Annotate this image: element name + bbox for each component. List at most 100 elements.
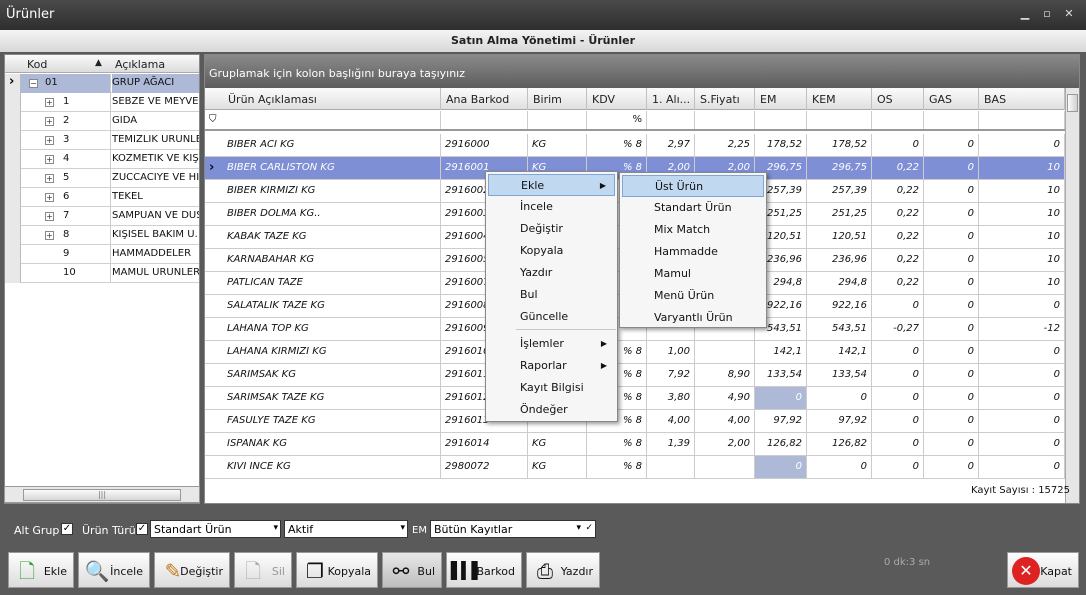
records-select[interactable]: Bütün Kayıtlar ▾ ✓: [430, 520, 596, 538]
find-button[interactable]: ⚯ Bul: [382, 552, 442, 588]
tree-row[interactable]: +1 SEBZE VE MEYVEL: [5, 93, 199, 112]
tree-row[interactable]: +6 TEKEL: [5, 188, 199, 207]
table-cell: -0,27: [872, 318, 924, 340]
context-menu-item[interactable]: Kayıt Bilgisi: [488, 377, 615, 399]
table-cell: 0: [924, 433, 979, 455]
column-header[interactable]: S.Fiyatı: [695, 88, 755, 110]
edit-button[interactable]: ✎ Değiştir: [154, 552, 230, 588]
table-row[interactable]: ISPANAK KG 2916014 KG% 8 1,39 2,00 126,82 126,…: [205, 433, 1065, 456]
submenu-item[interactable]: Üst Ürün: [622, 175, 764, 197]
tree-row[interactable]: +2 GIDA: [5, 112, 199, 131]
group-panel[interactable]: Gruplamak için kolon başlığını buraya ta…: [205, 55, 1079, 88]
grid-vscrollbar[interactable]: [1065, 88, 1079, 503]
column-header[interactable]: EM: [755, 88, 807, 110]
column-header[interactable]: Birim: [528, 88, 587, 110]
context-menu-item[interactable]: Raporlar ▶: [488, 355, 615, 377]
urun-turu-checkbox[interactable]: ✓: [136, 523, 148, 535]
filter-cell[interactable]: [441, 111, 528, 129]
add-button[interactable]: 🗋 Ekle: [8, 552, 74, 588]
column-header[interactable]: Ürün Açıklaması: [223, 88, 441, 110]
context-menu-item[interactable]: Değiştir: [488, 218, 615, 240]
filter-cell[interactable]: [528, 111, 587, 129]
filter-row[interactable]: ⛉%: [205, 111, 1065, 131]
expand-icon[interactable]: +: [45, 212, 54, 221]
table-row[interactable]: KIVI INCE KG 2980072 KG% 800000: [205, 456, 1065, 479]
table-row[interactable]: LAHANA KIRMIZI KG 2916010% 8 1,00 142,1 142,…: [205, 341, 1065, 364]
table-row[interactable]: SARIMSAK TAZE KG 2916012% 8 3,80 4,90 0 0 0 0 0: [205, 387, 1065, 410]
tree-node-code: 5: [63, 172, 70, 183]
filter-cell[interactable]: [647, 111, 695, 129]
context-menu-item[interactable]: Güncelle: [488, 306, 615, 328]
column-header[interactable]: Ana Barkod: [441, 88, 528, 110]
close-icon[interactable]: ✕: [1062, 8, 1076, 20]
filter-icon[interactable]: ⛉: [209, 114, 217, 125]
submenu-item[interactable]: Mix Match: [622, 219, 764, 241]
expand-icon[interactable]: +: [45, 174, 54, 183]
column-header[interactable]: KEM: [807, 88, 872, 110]
filter-cell[interactable]: [979, 111, 1065, 129]
minimize-icon[interactable]: ▁: [1018, 8, 1032, 20]
filter-cell[interactable]: [807, 111, 872, 129]
tree-hscrollbar[interactable]: |||: [4, 486, 200, 503]
expand-icon[interactable]: +: [45, 231, 54, 240]
tree-row[interactable]: 9 HAMMADDELER: [5, 245, 199, 264]
printer-icon: ⎙: [537, 559, 553, 583]
column-header[interactable]: 1. Alı...: [647, 88, 695, 110]
inspect-button[interactable]: 🔍 İncele: [78, 552, 150, 588]
barcode-button[interactable]: ▌▍▌ Barkod: [446, 552, 522, 588]
column-header[interactable]: OS: [872, 88, 924, 110]
tree-row[interactable]: +7 SAMPUAN VE DUS: [5, 207, 199, 226]
tree-header-aciklama[interactable]: Açıklama: [115, 58, 165, 71]
scroll-thumb[interactable]: [1067, 94, 1078, 112]
filter-cell[interactable]: [924, 111, 979, 129]
column-header[interactable]: GAS: [924, 88, 979, 110]
filter-cell[interactable]: [223, 111, 441, 129]
column-header[interactable]: BAS: [979, 88, 1065, 110]
expand-icon[interactable]: +: [45, 136, 54, 145]
context-menu-item[interactable]: Ekle ▶: [488, 174, 615, 196]
context-menu-item[interactable]: İşlemler ▶: [488, 333, 615, 355]
table-cell: % 8: [587, 456, 647, 478]
delete-button[interactable]: 🗋 Sil: [234, 552, 292, 588]
tree-row[interactable]: +8 KİŞİSEL BAKIM Ü.: [5, 226, 199, 245]
tree-row[interactable]: +5 ZÜCCACİYE VE Hİ: [5, 169, 199, 188]
collapse-icon[interactable]: −: [29, 79, 38, 88]
tree-row[interactable]: › −01 GRUP AĞACI: [5, 74, 199, 93]
expand-icon[interactable]: +: [45, 117, 54, 126]
table-row[interactable]: FASULYE TAZE KG 2916013% 8 4,00 4,00 97,92 97…: [205, 410, 1065, 433]
submenu-item[interactable]: Standart Ürün: [622, 197, 764, 219]
close-button[interactable]: ✕ Kapat: [1007, 552, 1079, 588]
chevron-down-icon: ▾: [576, 523, 581, 533]
context-menu-item[interactable]: Öndeğer: [488, 399, 615, 421]
tree-row[interactable]: 10 MAMÜL ÜRÜNLER: [5, 264, 199, 283]
copy-button[interactable]: ❐ Kopyala: [296, 552, 378, 588]
filter-cell[interactable]: [755, 111, 807, 129]
submenu-item[interactable]: Varyantlı Ürün: [622, 307, 764, 329]
maximize-icon[interactable]: ▫: [1040, 8, 1054, 20]
table-row[interactable]: SARIMSAK KG 2916011% 8 7,92 8,90 133,54 133,5…: [205, 364, 1065, 387]
status-select[interactable]: Aktif ▾: [284, 520, 408, 538]
filter-cell[interactable]: [872, 111, 924, 129]
tree-row[interactable]: +3 TEMİZLİK ÜRÜNLE: [5, 131, 199, 150]
tree-header-kod[interactable]: Kod: [27, 58, 47, 71]
print-button[interactable]: ⎙ Yazdır: [526, 552, 600, 588]
tree-row[interactable]: +4 KOZMETİK VE KİŞ: [5, 150, 199, 169]
context-menu-item[interactable]: Yazdır: [488, 262, 615, 284]
submenu-item[interactable]: Menü Ürün: [622, 285, 764, 307]
submenu-item[interactable]: Hammadde: [622, 241, 764, 263]
expand-icon[interactable]: +: [45, 98, 54, 107]
expand-icon[interactable]: +: [45, 155, 54, 164]
context-menu-item[interactable]: Bul: [488, 284, 615, 306]
context-menu-item[interactable]: İncele: [488, 196, 615, 218]
submenu-item[interactable]: Mamul: [622, 263, 764, 285]
alt-grup-checkbox[interactable]: ✓: [61, 523, 73, 535]
context-menu-item[interactable]: Kopyala: [488, 240, 615, 262]
column-header[interactable]: KDV: [587, 88, 647, 110]
expand-icon[interactable]: +: [45, 193, 54, 202]
table-row[interactable]: BIBER ACI KG 2916000 KG% 8 2,97 2,25 178,52 17…: [205, 134, 1065, 157]
filter-cell[interactable]: %: [587, 111, 647, 129]
grip-icon[interactable]: |||: [23, 489, 181, 501]
check-icon[interactable]: ✓: [585, 523, 593, 533]
filter-cell[interactable]: [695, 111, 755, 129]
urun-turu-select[interactable]: Standart Ürün ▾: [150, 520, 281, 538]
